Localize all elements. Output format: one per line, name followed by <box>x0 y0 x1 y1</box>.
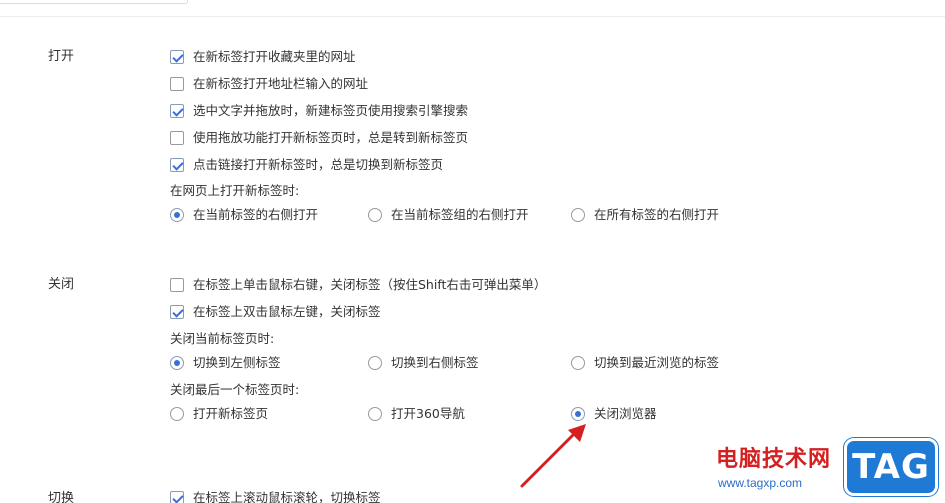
option-label: 选中文字并拖放时，新建标签页使用搜索引擎搜索 <box>193 103 469 118</box>
checkbox-checked[interactable] <box>170 491 184 503</box>
option-label: 使用拖放功能打开新标签页时，总是转到新标签页 <box>193 130 469 145</box>
radio-label: 在当前标签组的右侧打开 <box>391 207 529 222</box>
radio-label: 打开新标签页 <box>193 406 269 421</box>
red-arrow-icon <box>520 424 586 488</box>
close-current-radio-3[interactable]: 切换到最近浏览的标签 <box>571 354 719 372</box>
radio-unchecked[interactable] <box>368 407 382 421</box>
option-label: 在新标签打开地址栏输入的网址 <box>193 76 369 91</box>
close-current-radio-2[interactable]: 切换到右侧标签 <box>368 354 479 372</box>
open-radio-1[interactable]: 在当前标签的右侧打开 <box>170 206 318 224</box>
open-radio-2[interactable]: 在当前标签组的右侧打开 <box>368 206 529 224</box>
radio-label: 关闭浏览器 <box>594 406 657 421</box>
checkbox-checked[interactable] <box>170 50 184 64</box>
option-label: 在标签上双击鼠标左键，关闭标签 <box>193 304 381 319</box>
radio-unchecked[interactable] <box>170 407 184 421</box>
section-title-open: 打开 <box>48 49 75 64</box>
watermark-url: www.tagxp.com <box>718 476 803 490</box>
open-option-4[interactable]: 使用拖放功能打开新标签页时，总是转到新标签页 <box>170 129 468 147</box>
checkbox-unchecked[interactable] <box>170 278 184 292</box>
radio-unchecked[interactable] <box>368 208 382 222</box>
top-divider <box>0 16 945 17</box>
radio-label: 在所有标签的右侧打开 <box>594 207 720 222</box>
open-new-tab-heading: 在网页上打开新标签时: <box>170 183 300 198</box>
radio-checked[interactable] <box>571 407 585 421</box>
switch-option-1[interactable]: 在标签上滚动鼠标滚轮，切换标签 <box>170 489 381 503</box>
open-option-1[interactable]: 在新标签打开收藏夹里的网址 <box>170 48 356 66</box>
checkbox-checked[interactable] <box>170 305 184 319</box>
radio-label: 切换到右侧标签 <box>391 355 479 370</box>
watermark-badge-text: TAG <box>852 447 930 487</box>
radio-checked[interactable] <box>170 356 184 370</box>
close-option-2[interactable]: 在标签上双击鼠标左键，关闭标签 <box>170 303 381 321</box>
open-radio-3[interactable]: 在所有标签的右侧打开 <box>571 206 719 224</box>
section-title-close: 关闭 <box>48 277 75 292</box>
watermark-name: 电脑技术网 <box>716 447 832 472</box>
watermark-badge: TAG <box>844 438 938 496</box>
checkbox-checked[interactable] <box>170 158 184 172</box>
close-last-radio-1[interactable]: 打开新标签页 <box>170 405 268 423</box>
close-last-radio-2[interactable]: 打开360导航 <box>368 405 465 423</box>
option-label: 在标签上单击鼠标右键，关闭标签（按住Shift右击可弹出菜单） <box>193 277 547 292</box>
section-title-switch: 切换 <box>48 491 75 503</box>
close-option-1[interactable]: 在标签上单击鼠标右键，关闭标签（按住Shift右击可弹出菜单） <box>170 276 546 294</box>
radio-checked[interactable] <box>170 208 184 222</box>
radio-label: 在当前标签的右侧打开 <box>193 207 319 222</box>
radio-label: 切换到左侧标签 <box>193 355 281 370</box>
checkbox-unchecked[interactable] <box>170 131 184 145</box>
close-current-tab-heading: 关闭当前标签页时: <box>170 331 275 346</box>
option-label: 在新标签打开收藏夹里的网址 <box>193 49 356 64</box>
option-label: 点击链接打开新标签时，总是切换到新标签页 <box>193 157 444 172</box>
radio-label: 打开360导航 <box>391 406 465 421</box>
open-option-3[interactable]: 选中文字并拖放时，新建标签页使用搜索引擎搜索 <box>170 102 468 120</box>
watermark: 电脑技术网 www.tagxp.com TAG <box>712 436 945 503</box>
top-search-box[interactable] <box>0 0 188 4</box>
radio-unchecked[interactable] <box>571 356 585 370</box>
open-option-2[interactable]: 在新标签打开地址栏输入的网址 <box>170 75 368 93</box>
radio-label: 切换到最近浏览的标签 <box>594 355 720 370</box>
checkbox-unchecked[interactable] <box>170 77 184 91</box>
option-label: 在标签上滚动鼠标滚轮，切换标签 <box>193 490 381 503</box>
close-last-tab-heading: 关闭最后一个标签页时: <box>170 382 300 397</box>
checkbox-checked[interactable] <box>170 104 184 118</box>
open-option-5[interactable]: 点击链接打开新标签时，总是切换到新标签页 <box>170 156 443 174</box>
radio-unchecked[interactable] <box>368 356 382 370</box>
close-current-radio-1[interactable]: 切换到左侧标签 <box>170 354 281 372</box>
radio-unchecked[interactable] <box>571 208 585 222</box>
